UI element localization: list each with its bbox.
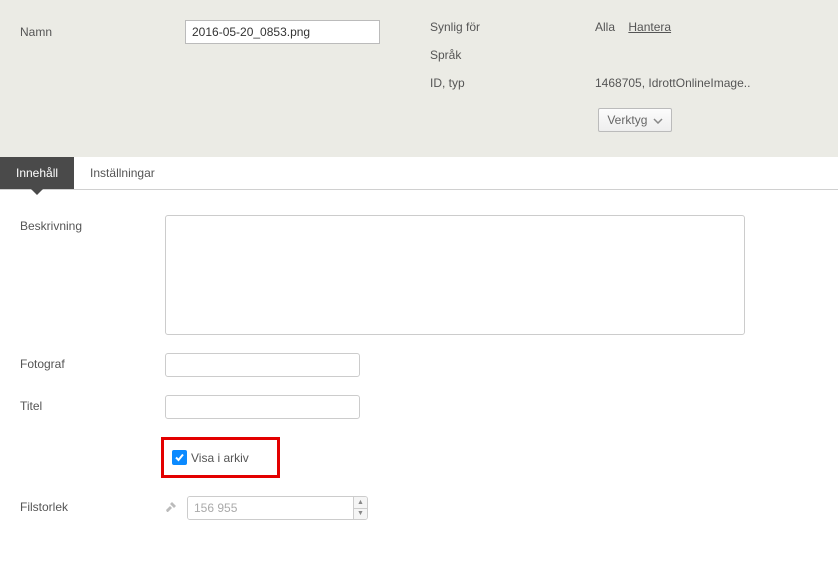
highlight-box: Visa i arkiv [161, 437, 280, 478]
photographer-row: Fotograf [20, 353, 818, 377]
name-label: Namn [20, 25, 185, 39]
visible-for-label: Synlig för [430, 20, 595, 34]
name-value-wrap [185, 20, 430, 44]
description-row: Beskrivning [20, 215, 818, 335]
tabs: Innehåll Inställningar [0, 157, 838, 190]
title-input[interactable] [165, 395, 360, 419]
filesize-label: Filstorlek [20, 496, 165, 520]
header-right: Synlig för Alla Hantera Språk ID, typ 14… [430, 20, 818, 132]
filesize-spinner: ▲ ▼ [187, 496, 368, 520]
tab-settings[interactable]: Inställningar [74, 157, 171, 189]
show-in-archive-label: Visa i arkiv [191, 451, 249, 465]
description-label: Beskrivning [20, 215, 165, 335]
show-in-archive-spacer [20, 437, 165, 478]
show-in-archive-checkbox[interactable] [172, 450, 187, 465]
photographer-input[interactable] [165, 353, 360, 377]
visible-for-value: Alla [595, 20, 615, 34]
tools-row: Verktyg [430, 104, 818, 132]
chevron-down-icon [653, 113, 663, 127]
filesize-row: Filstorlek ▲ ▼ [20, 496, 818, 520]
header-panel: Namn Synlig för Alla Hantera Språk ID, t… [0, 0, 838, 157]
tab-content[interactable]: Innehåll [0, 157, 74, 189]
manage-link[interactable]: Hantera [628, 20, 671, 34]
header-left: Namn [20, 20, 430, 132]
visible-for-row: Synlig för Alla Hantera [430, 20, 818, 34]
title-row: Titel [20, 395, 818, 419]
spinner-down[interactable]: ▼ [354, 509, 367, 520]
language-label: Språk [430, 48, 595, 62]
filesize-input [188, 497, 353, 519]
tools-label: Verktyg [607, 113, 647, 127]
name-row: Namn [20, 20, 430, 44]
language-row: Språk [430, 48, 818, 62]
readonly-icon [165, 501, 177, 516]
spinner-buttons: ▲ ▼ [353, 497, 367, 519]
form-body: Beskrivning Fotograf Titel Visa i arkiv … [0, 190, 838, 558]
name-input[interactable] [185, 20, 380, 44]
language-value [595, 48, 818, 62]
description-input[interactable] [165, 215, 745, 335]
tools-dropdown[interactable]: Verktyg [598, 108, 672, 132]
show-in-archive-row: Visa i arkiv [20, 437, 818, 478]
photographer-label: Fotograf [20, 353, 165, 377]
visible-for-value-wrap: Alla Hantera [595, 20, 818, 34]
id-type-value: 1468705, IdrottOnlineImage.. [595, 76, 818, 90]
id-type-row: ID, typ 1468705, IdrottOnlineImage.. [430, 76, 818, 90]
id-type-label: ID, typ [430, 76, 595, 90]
spinner-up[interactable]: ▲ [354, 497, 367, 509]
title-label: Titel [20, 395, 165, 419]
